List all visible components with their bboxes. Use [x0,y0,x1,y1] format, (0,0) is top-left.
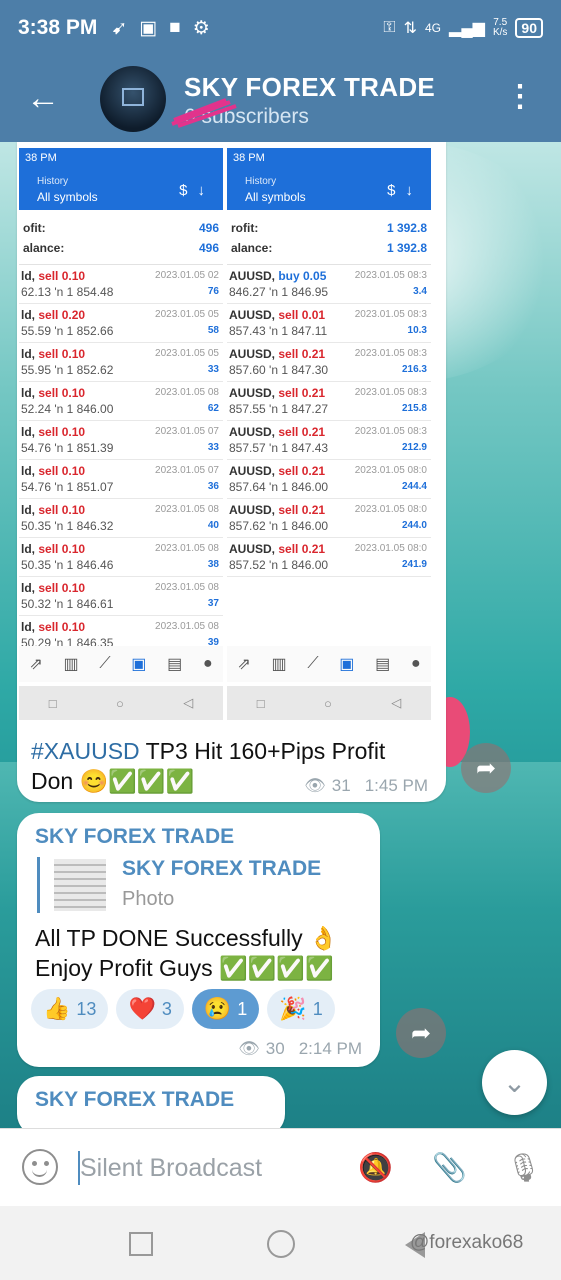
watermark: @forexako68 [410,1232,524,1253]
trade-row: ld, sell 0.10 54.76 'n 1 851.39 2023.01.05… [19,421,223,460]
message-meta: 👁 30 2:14 PM [238,1039,362,1059]
mt-tab-bar: ⇗ ▥ ⟋ ▣ ▤ ● [227,646,431,682]
history-header: History All symbols $↓ [19,174,223,210]
sort-icon: $↓ [179,182,215,199]
trade-row: ld, sell 0.10 50.35 'n 1 846.32 2023.01.05… [19,499,223,538]
trade-row: AUUSD, sell 0.21 857.55 'n 1 847.27 2023.0… [227,382,431,421]
signal-icon: ▂▄▆ [449,20,485,37]
network-type: 4G [425,21,442,35]
reaction-bar: 👍 13 ❤️ 3 😢 1 🎉 1 [31,989,335,1029]
message-text: All TP DONE Successfully 👌 Enjoy Profit … [35,925,338,981]
photo-thumbnail [54,859,106,911]
balance-row: alance: 496 [23,241,219,255]
trade-list: AUUSD, buy 0.05 846.27 'n 1 846.95 2023.01… [227,264,431,577]
phone-status-bar: 38 PM [227,148,431,174]
eye-icon: 👁 [304,776,326,795]
trade-row: ld, sell 0.10 62.13 'n 1 854.48 2023.01.05… [19,265,223,304]
bell-off-icon[interactable]: 🔕 [358,1151,393,1184]
trade-row: AUUSD, sell 0.21 857.52 'n 1 846.00 2023.0… [227,538,431,577]
settings-icon: ⚙ [192,17,210,39]
history-header: History All symbols $↓ [227,174,431,210]
reaction-party[interactable]: 🎉 1 [267,989,335,1029]
scribble-overlay [171,98,237,128]
forwarded-reply[interactable]: SKY FOREX TRADE Photo [37,857,337,913]
reaction-thumbs-up[interactable]: 👍 13 [31,989,109,1029]
view-count: 30 [265,1039,285,1058]
microphone-icon[interactable]: 🎙 [506,1151,542,1184]
balance-row: alance: 1 392.8 [231,241,427,255]
trade-row: ld, sell 0.10 54.76 'n 1 851.07 2023.01.05… [19,460,223,499]
message-photo-bubble[interactable]: 38 PM History All symbols $↓ ofit: 496 al… [17,142,446,802]
profit-row: rofit: 1 392.8 [231,221,427,235]
trade-row: AUUSD, sell 0.01 857.43 'n 1 847.11 2023.0… [227,304,431,343]
view-count: 31 [331,776,351,795]
forward-type: Photo [122,888,175,910]
eye-icon: 👁 [238,1039,260,1058]
key-icon: ⚿ [383,19,396,36]
trade-row: ld, sell 0.10 50.32 'n 1 846.61 2023.01.05… [19,577,223,616]
recents-button[interactable] [129,1232,153,1256]
trade-row: AUUSD, sell 0.21 857.60 'n 1 847.30 2023.0… [227,343,431,382]
trade-row: AUUSD, sell 0.21 857.57 'n 1 847.43 2023.0… [227,421,431,460]
folder-icon: ■ [169,17,181,38]
status-bar: 3:38 PM ➹ ▣ ■ ⚙ ⚿ ⇅ 4G ▂▄▆ 7.5 K/s 90 [0,0,561,56]
share-icon[interactable]: ➦ [396,1008,446,1058]
trade-row: AUUSD, sell 0.21 857.64 'n 1 846.00 2023.0… [227,460,431,499]
trade-row: ld, sell 0.10 50.35 'n 1 846.46 2023.01.05… [19,538,223,577]
message-time: 1:45 PM [364,776,428,795]
trade-row: ld, sell 0.10 55.95 'n 1 852.62 2023.01.05… [19,343,223,382]
message-meta: 👁 31 1:45 PM [304,776,428,796]
scroll-down-button[interactable]: ⌄ [482,1050,547,1115]
profit-row: ofit: 496 [23,221,219,235]
reaction-crying[interactable]: 😢 1 [191,989,260,1029]
mt-nav-bar: □ ○ ◁ [227,686,431,720]
message-time: 2:14 PM [298,1039,362,1058]
speed-readout: 7.5 K/s [492,17,508,38]
mt-nav-bar: □ ○ ◁ [19,686,223,720]
message-input[interactable]: Silent Broadcast [80,1154,262,1183]
back-arrow-icon[interactable]: ← [26,78,60,118]
phone-status-bar: 38 PM [19,148,223,174]
sender-name[interactable]: SKY FOREX TRADE [35,825,234,849]
chat-header: ← SKY FOREX TRADE 6 subscribers ⋮ [0,56,561,142]
home-button[interactable] [267,1230,295,1258]
sender-name[interactable]: SKY FOREX TRADE [35,1088,234,1112]
message-forwarded-bubble[interactable]: SKY FOREX TRADE SKY FOREX TRADE Photo Al… [17,813,380,1067]
app-icon: ▣ [139,17,158,39]
message-bubble-partial[interactable]: SKY FOREX TRADE [17,1076,285,1136]
message-input-bar: Silent Broadcast 🔕 📎 🎙 [0,1128,561,1206]
hashtag-link[interactable]: #XAUUSD [31,738,140,764]
forward-source: SKY FOREX TRADE [122,857,322,880]
trade-row: ld, sell 0.10 52.24 'n 1 846.00 2023.01.05… [19,382,223,421]
reaction-heart[interactable]: ❤️ 3 [116,989,184,1029]
status-time: 3:38 PM [18,16,98,39]
screenshot-left[interactable]: 38 PM History All symbols $↓ ofit: 496 al… [19,148,223,726]
data-arrows-icon: ⇅ [403,20,417,37]
trade-row: AUUSD, buy 0.05 846.27 'n 1 846.95 2023.01… [227,265,431,304]
mt-tab-bar: ⇗ ▥ ⟋ ▣ ▤ ● [19,646,223,682]
trade-list: ld, sell 0.10 62.13 'n 1 854.48 2023.01.05… [19,264,223,655]
more-menu-icon[interactable]: ⋮ [505,82,535,112]
emoji-icon[interactable] [22,1149,58,1185]
notification-icon: ➹ [111,17,128,39]
sort-icon: $↓ [387,182,423,199]
trade-row: ld, sell 0.20 55.59 'n 1 852.66 2023.01.05… [19,304,223,343]
paperclip-icon[interactable]: 📎 [432,1151,467,1184]
battery-indicator: 90 [515,18,543,38]
trade-row: AUUSD, sell 0.21 857.62 'n 1 846.00 2023.0… [227,499,431,538]
screenshot-right[interactable]: 38 PM History All symbols $↓ rofit: 1 392… [227,148,431,726]
channel-avatar[interactable] [100,66,166,132]
share-icon[interactable]: ➦ [461,743,511,793]
